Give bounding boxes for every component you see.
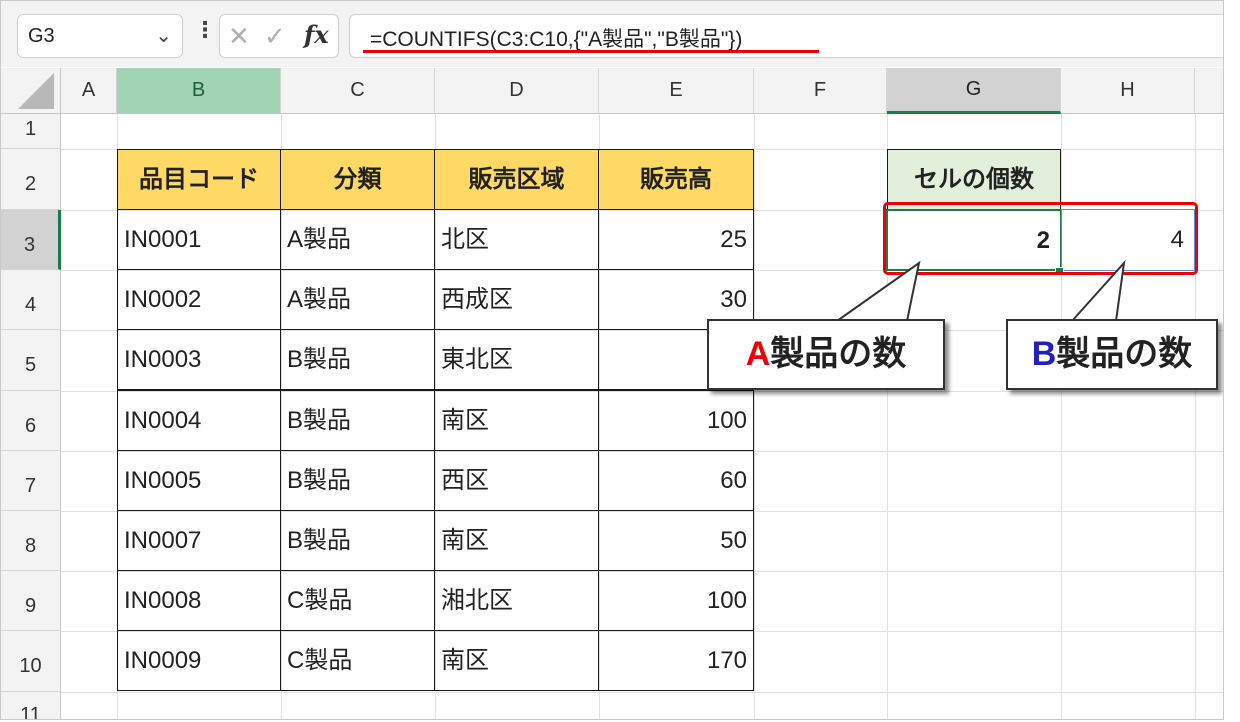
column-header-c[interactable]: C (281, 68, 435, 114)
check-icon[interactable]: ✓ (264, 21, 286, 52)
column-header-a[interactable]: A (61, 68, 117, 114)
cell-category[interactable]: C製品 (280, 570, 435, 631)
table-header-sales[interactable]: 販売高 (598, 149, 754, 210)
cell-region[interactable]: 湘北区 (434, 570, 599, 631)
cell-region[interactable]: 西成区 (434, 269, 599, 330)
column-header-i[interactable] (1195, 68, 1223, 114)
result-header-cell[interactable]: セルの個数 (887, 149, 1061, 210)
column-header-f[interactable]: F (754, 68, 887, 114)
cell-region[interactable]: 西区 (434, 450, 599, 511)
cell-region[interactable]: 北区 (434, 209, 599, 270)
column-header-e[interactable]: E (599, 68, 754, 114)
cell-category[interactable]: B製品 (280, 390, 435, 451)
name-box-value: G3 (28, 25, 55, 47)
formula-text: =COUNTIFS(C3:C10,{"A製品","B製品"}) (370, 28, 743, 51)
cell-region[interactable]: 南区 (434, 510, 599, 571)
row-header-7[interactable]: 7 (1, 451, 61, 511)
row-header-4[interactable]: 4 (1, 270, 61, 330)
callout-b-letter: B (1031, 335, 1057, 373)
insert-function-icon[interactable]: fx (304, 20, 329, 49)
formula-highlight-underline (363, 50, 819, 53)
cell-code[interactable]: IN0008 (117, 570, 281, 631)
cancel-icon[interactable]: ✕ (228, 21, 250, 52)
cell-sales[interactable]: 60 (598, 450, 754, 511)
chevron-down-icon[interactable]: ⌄ (155, 23, 172, 48)
cell-region[interactable]: 東北区 (434, 329, 599, 390)
table-header-category[interactable]: 分類 (280, 149, 435, 210)
cell-region[interactable]: 南区 (434, 630, 599, 691)
table-header-region[interactable]: 販売区域 (434, 149, 599, 210)
row-header-1[interactable]: 1 (1, 114, 61, 149)
cell-code[interactable]: IN0005 (117, 450, 281, 511)
cell-category[interactable]: A製品 (280, 209, 435, 270)
cell-sales[interactable]: 50 (598, 510, 754, 571)
column-header-b[interactable]: B (117, 68, 281, 114)
row-header-11[interactable]: 11 (1, 692, 61, 719)
cell-code[interactable]: IN0003 (117, 329, 281, 390)
cell-sales[interactable]: 170 (598, 630, 754, 691)
column-header-d[interactable]: D (435, 68, 599, 114)
row-header-2[interactable]: 2 (1, 149, 61, 210)
callout-a-label: A製品の数 (707, 319, 945, 390)
cell-region[interactable]: 南区 (434, 390, 599, 451)
cell-category[interactable]: B製品 (280, 450, 435, 511)
column-header-h[interactable]: H (1061, 68, 1195, 114)
callout-b-text: 製品の数 (1056, 335, 1193, 373)
cell-code[interactable]: IN0004 (117, 390, 281, 451)
row-header-9[interactable]: 9 (1, 571, 61, 631)
callout-b: B製品の数 (1006, 259, 1220, 394)
cell-code[interactable]: IN0009 (117, 630, 281, 691)
cell-category[interactable]: B製品 (280, 510, 435, 571)
cell-code[interactable]: IN0001 (117, 209, 281, 270)
table-header-code[interactable]: 品目コード (117, 149, 281, 210)
row-header-5[interactable]: 5 (1, 330, 61, 391)
cell-code[interactable]: IN0002 (117, 269, 281, 330)
row-header-8[interactable]: 8 (1, 511, 61, 571)
cell-category[interactable]: C製品 (280, 630, 435, 691)
formula-buttons: ✕ ✓ fx (219, 14, 339, 58)
callout-a: A製品の数 (707, 259, 947, 394)
cell-sales[interactable]: 100 (598, 390, 754, 451)
spreadsheet-window: G3 ⌄ ⋮ ✕ ✓ fx =COUNTIFS(C3:C10,{"A製品","B… (0, 0, 1224, 720)
cell-code[interactable]: IN0007 (117, 510, 281, 571)
row-header-6[interactable]: 6 (1, 391, 61, 451)
formula-bar: G3 ⌄ ⋮ ✕ ✓ fx =COUNTIFS(C3:C10,{"A製品","B… (1, 1, 1223, 67)
callout-a-letter: A (745, 335, 771, 373)
cell-category[interactable]: A製品 (280, 269, 435, 330)
row-header-10[interactable]: 10 (1, 631, 61, 692)
cell-category[interactable]: B製品 (280, 329, 435, 390)
name-box[interactable]: G3 ⌄ (17, 14, 183, 58)
row-header-3[interactable]: 3 (1, 210, 61, 270)
callout-a-text: 製品の数 (770, 335, 907, 373)
cell-sales[interactable]: 100 (598, 570, 754, 631)
callout-b-label: B製品の数 (1006, 319, 1218, 390)
more-options-icon[interactable]: ⋮ (194, 17, 216, 43)
select-all-corner[interactable] (1, 68, 61, 114)
column-header-g[interactable]: G (887, 68, 1061, 114)
